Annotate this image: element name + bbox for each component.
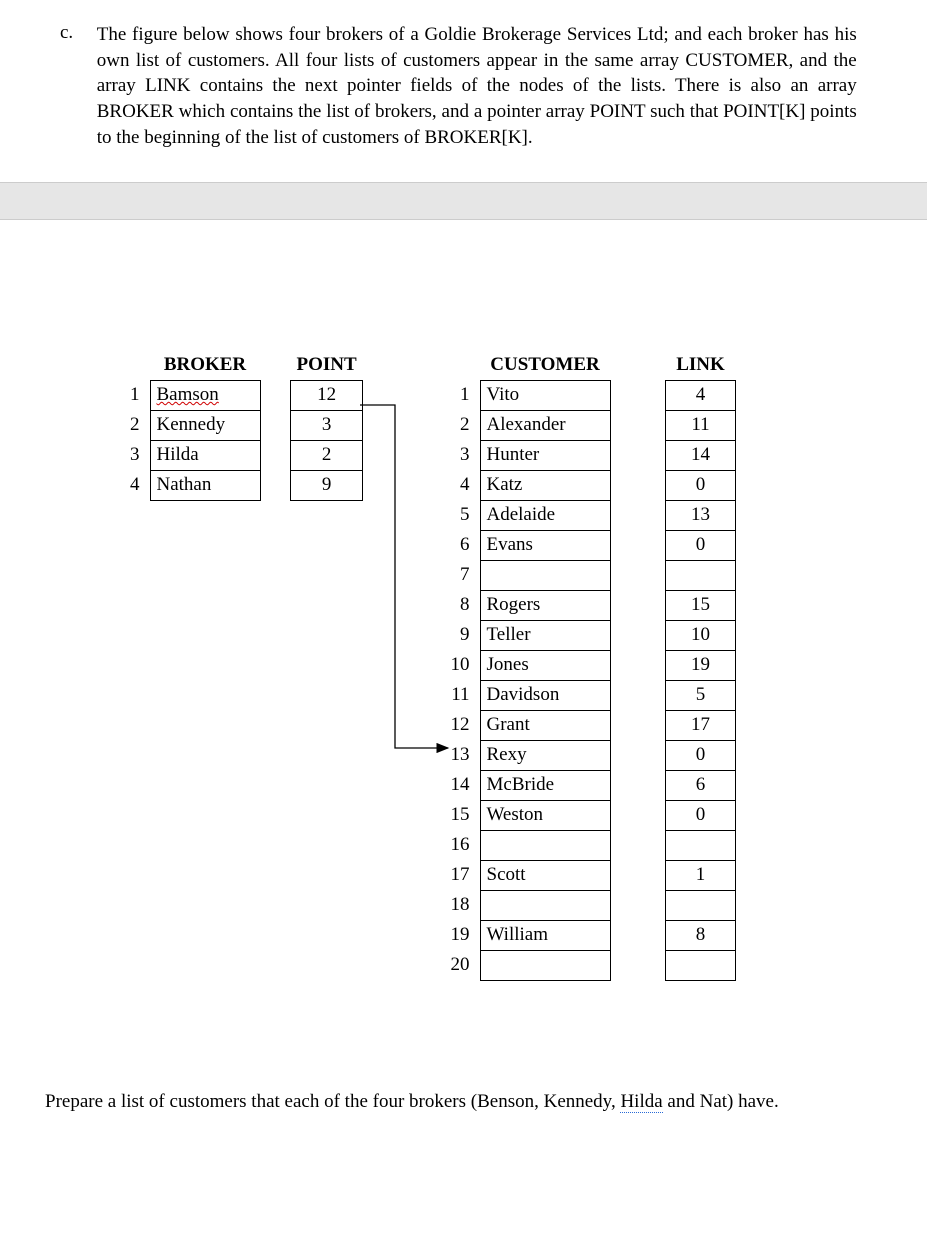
table-row: 12Grant — [440, 710, 610, 740]
table-row: 3Hilda — [110, 440, 260, 470]
table-row: 15 — [666, 590, 736, 620]
table-row: 19William — [440, 920, 610, 950]
table-row: 1 — [666, 860, 736, 890]
table-row: 6Evans — [440, 530, 610, 560]
table-row: 13 — [666, 500, 736, 530]
link-header: LINK — [666, 350, 736, 380]
table-row: 0 — [666, 800, 736, 830]
table-row: 0 — [666, 530, 736, 560]
table-row: 14 — [666, 440, 736, 470]
table-row — [666, 560, 736, 590]
table-row: 9 — [291, 470, 363, 500]
arrays-figure: BROKER 1Bamson 2Kennedy 3Hilda 4Nathan P… — [0, 350, 927, 1070]
table-row: 0 — [666, 740, 736, 770]
table-row: 7 — [440, 560, 610, 590]
table-row: 16 — [440, 830, 610, 860]
table-row: 1Bamson — [110, 380, 260, 410]
broker-table: BROKER 1Bamson 2Kennedy 3Hilda 4Nathan — [110, 350, 261, 501]
table-row: 11Davidson — [440, 680, 610, 710]
table-row: 2Kennedy — [110, 410, 260, 440]
link-table: LINK 4 11 14 0 13 0 15 10 19 5 17 0 6 0 … — [665, 350, 736, 981]
table-row: 1Vito — [440, 380, 610, 410]
table-row — [666, 950, 736, 980]
task-question: Prepare a list of customers that each of… — [0, 1070, 927, 1145]
table-row: 4Nathan — [110, 470, 260, 500]
point-header: POINT — [291, 350, 363, 380]
table-row: 12 — [291, 380, 363, 410]
table-row: 0 — [666, 470, 736, 500]
table-row: 18 — [440, 890, 610, 920]
table-row: 20 — [440, 950, 610, 980]
question-block: c. The figure below shows four brokers o… — [0, 0, 927, 160]
table-row: 13Rexy — [440, 740, 610, 770]
table-row: 19 — [666, 650, 736, 680]
table-row: 11 — [666, 410, 736, 440]
broker-name: Nathan — [150, 470, 260, 500]
task-text-hilda: Hilda — [620, 1091, 662, 1113]
table-row: 2 — [291, 440, 363, 470]
broker-name: Bamson — [157, 384, 219, 405]
broker-name: Hilda — [150, 440, 260, 470]
table-row — [666, 890, 736, 920]
question-paragraph: The figure below shows four brokers of a… — [97, 22, 857, 150]
customer-header: CUSTOMER — [480, 350, 610, 380]
table-row — [666, 830, 736, 860]
table-row: 4Katz — [440, 470, 610, 500]
task-text-suffix: and Nat) have. — [663, 1091, 779, 1112]
table-row: 8Rogers — [440, 590, 610, 620]
table-row: 4 — [666, 380, 736, 410]
customer-table: CUSTOMER 1Vito 2Alexander 3Hunter 4Katz … — [440, 350, 611, 981]
broker-name: Kennedy — [150, 410, 260, 440]
table-row: 15Weston — [440, 800, 610, 830]
table-row: 17 — [666, 710, 736, 740]
table-row: 3Hunter — [440, 440, 610, 470]
table-row: 3 — [291, 410, 363, 440]
broker-header: BROKER — [150, 350, 260, 380]
page-break-gap — [0, 182, 927, 220]
table-row: 5Adelaide — [440, 500, 610, 530]
list-marker: c. — [60, 22, 92, 44]
table-row: 6 — [666, 770, 736, 800]
table-row: 5 — [666, 680, 736, 710]
table-row: 10 — [666, 620, 736, 650]
table-row: 10Jones — [440, 650, 610, 680]
table-row: 17Scott — [440, 860, 610, 890]
table-row: 8 — [666, 920, 736, 950]
table-row: 2Alexander — [440, 410, 610, 440]
task-text-prefix: Prepare a list of customers that each of… — [45, 1091, 620, 1112]
point-table: POINT 12 3 2 9 — [290, 350, 363, 501]
table-row: 14McBride — [440, 770, 610, 800]
table-row: 9Teller — [440, 620, 610, 650]
